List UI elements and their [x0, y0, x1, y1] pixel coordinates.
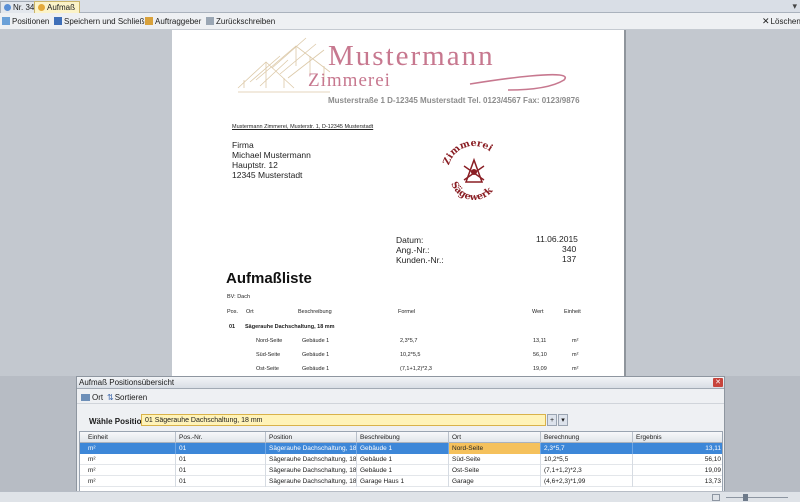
group-title: Sägerauhe Dachschaltung, 18 mm — [245, 324, 335, 330]
panel-title[interactable]: Aufmaß Positionsübersicht — [77, 377, 724, 389]
writeback-icon — [206, 17, 214, 25]
document-title: Aufmaßliste — [226, 270, 312, 287]
header-position[interactable]: Position — [266, 432, 357, 443]
list-icon — [2, 17, 10, 25]
sort-icon: ⇅ — [107, 393, 114, 402]
header-beschreibung[interactable]: Beschreibung — [357, 432, 449, 443]
header-einheit[interactable]: Einheit — [80, 432, 176, 443]
tab-aufmass[interactable]: Aufmaß — [34, 1, 81, 13]
close-tab-icon[interactable]: ▾ — [792, 1, 797, 12]
delete-button[interactable]: ✕Löschen — [762, 15, 800, 28]
save-close-button[interactable]: Speichern und Schließen — [54, 15, 153, 28]
ort-button[interactable]: Ort — [81, 392, 103, 403]
chevron-down-icon[interactable]: ▾ — [558, 414, 568, 426]
sender-line: Mustermann Zimmerei, Musterstr. 1, D-123… — [232, 124, 374, 130]
select-position-label: Wähle Position: — [89, 417, 149, 426]
kunden-nr-label: Kunden.-Nr.: — [396, 255, 444, 265]
client-icon — [145, 17, 153, 25]
angebot-nr-label: Ang.-Nr.: — [396, 245, 430, 255]
bauvorhaben: BV: Dach — [227, 294, 251, 300]
sortieren-button[interactable]: ⇅Sortieren — [107, 392, 147, 403]
angebot-nr-value: 340 — [562, 244, 577, 254]
svg-text:Sägewerk: Sägewerk — [448, 180, 495, 203]
table-row[interactable]: m² 01 Sägerauhe Dachschaltung, 18... Gar… — [80, 476, 722, 487]
positionen-button[interactable]: Positionen — [2, 15, 49, 28]
header-berechnung[interactable]: Berechnung — [541, 432, 633, 443]
recipient-block: Firma Michael Mustermann Hauptstr. 12 12… — [232, 140, 311, 180]
col-formel: Formel — [398, 309, 416, 315]
header-pos-nr[interactable]: Pos.-Nr. — [176, 432, 266, 443]
select-position-dropdown[interactable]: 01 Sägerauhe Dachschaltung, 18 mm — [141, 414, 546, 426]
document-preview-area[interactable]: Mustermann Zimmerei Musterstraße 1 D-123… — [0, 30, 800, 376]
logo-swoosh-icon — [469, 73, 567, 91]
add-icon[interactable]: + — [547, 414, 557, 426]
table-row[interactable]: m² 01 Sägerauhe Dachschaltung, 18... Geb… — [80, 465, 722, 476]
col-beschreibung: Beschreibung — [298, 309, 332, 315]
status-bar — [0, 491, 800, 502]
delete-icon: ✕ — [762, 16, 770, 26]
datum-value: 11.06.2015 — [536, 234, 578, 244]
aufmass-overview-panel: Aufmaß Positionsübersicht ✕ Ort ⇅Sortier… — [76, 376, 725, 502]
document-icon — [4, 4, 11, 11]
panel-close-icon[interactable]: ✕ — [713, 378, 723, 387]
tab-strip: Nr. 340 Aufmaß ▾ — [0, 0, 800, 13]
header-ort[interactable]: Ort — [449, 432, 541, 443]
svg-text:Zimmerei: Zimmerei — [441, 138, 495, 167]
table-row[interactable]: m² 01 Sägerauhe Dachschaltung, 18... Geb… — [80, 443, 722, 454]
stamp-logo-icon: Zimmerei Sägewerk — [441, 138, 495, 203]
col-pos: Pos. — [227, 309, 239, 315]
grid-header-row: Einheit Pos.-Nr. Position Beschreibung O… — [80, 432, 722, 443]
company-address: Musterstraße 1 D-12345 Musterstadt Tel. … — [328, 96, 580, 105]
datum-label: Datum: — [396, 235, 424, 245]
document-page: Mustermann Zimmerei Musterstraße 1 D-123… — [172, 30, 624, 376]
toolbar: Positionen Speichern und Schließen Auftr… — [0, 13, 800, 30]
kunden-nr-value: 137 — [562, 254, 577, 264]
grid-icon — [81, 394, 90, 401]
col-wert: Wert — [532, 309, 544, 315]
measure-icon — [38, 4, 45, 11]
panel-toolbar: Ort ⇅Sortieren — [77, 390, 724, 404]
zoom-handle[interactable] — [743, 494, 748, 501]
header-ergebnis[interactable]: Ergebnis — [633, 432, 722, 443]
col-einheit: Einheit — [564, 309, 581, 315]
company-logo-text: Mustermann — [328, 40, 495, 72]
auftraggeber-button[interactable]: Auftraggeber — [145, 15, 201, 28]
save-icon — [54, 17, 62, 25]
zoom-out-icon[interactable] — [712, 494, 720, 501]
zoom-slider[interactable] — [726, 497, 788, 498]
group-pos: 01 — [229, 324, 236, 330]
company-logo-subtext: Zimmerei — [308, 70, 391, 91]
zurueckschreiben-button[interactable]: Zurückschreiben — [206, 15, 275, 28]
col-ort: Ort — [246, 309, 254, 315]
table-row[interactable]: m² 01 Sägerauhe Dachschaltung, 18... Geb… — [80, 454, 722, 465]
